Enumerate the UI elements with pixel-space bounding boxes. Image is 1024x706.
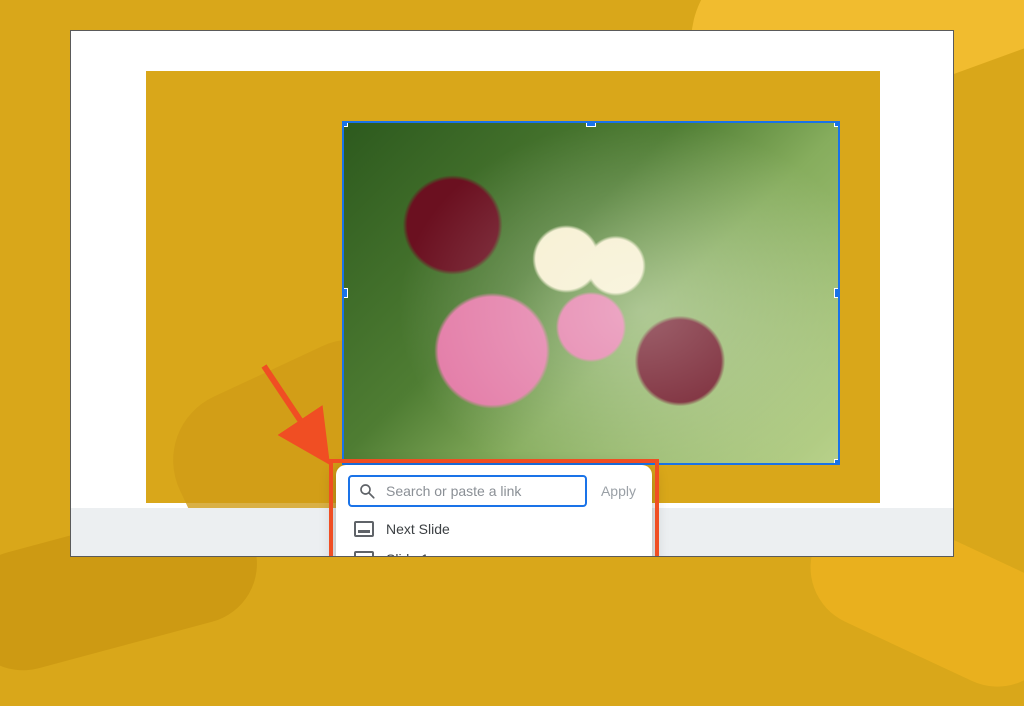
link-suggestions-list: Next Slide Slide 1 (348, 517, 640, 557)
link-search-box[interactable] (348, 475, 587, 507)
slide-icon (354, 551, 374, 557)
link-option-label: Next Slide (386, 521, 450, 537)
resize-handle-right[interactable] (834, 288, 840, 298)
search-icon (358, 482, 376, 500)
link-search-row: Apply (348, 475, 640, 507)
resize-handle-top-left[interactable] (342, 121, 348, 127)
editor-panel: Apply Next Slide Slide 1 (70, 30, 954, 557)
link-option-label: Slide 1 (386, 551, 429, 557)
slide-icon (354, 521, 374, 537)
link-option-slide-1[interactable]: Slide 1 (348, 547, 640, 557)
apply-button[interactable]: Apply (597, 477, 640, 505)
link-option-next-slide[interactable]: Next Slide (348, 517, 640, 541)
slide-canvas[interactable] (146, 71, 880, 503)
resize-handle-bottom-right[interactable] (834, 459, 840, 465)
link-search-input[interactable] (384, 482, 577, 500)
resize-handle-top[interactable] (586, 121, 596, 127)
insert-link-popup: Apply Next Slide Slide 1 (336, 465, 652, 557)
resize-handle-left[interactable] (342, 288, 348, 298)
selected-image[interactable] (342, 121, 840, 465)
resize-handle-top-right[interactable] (834, 121, 840, 127)
roses-image (344, 123, 838, 463)
